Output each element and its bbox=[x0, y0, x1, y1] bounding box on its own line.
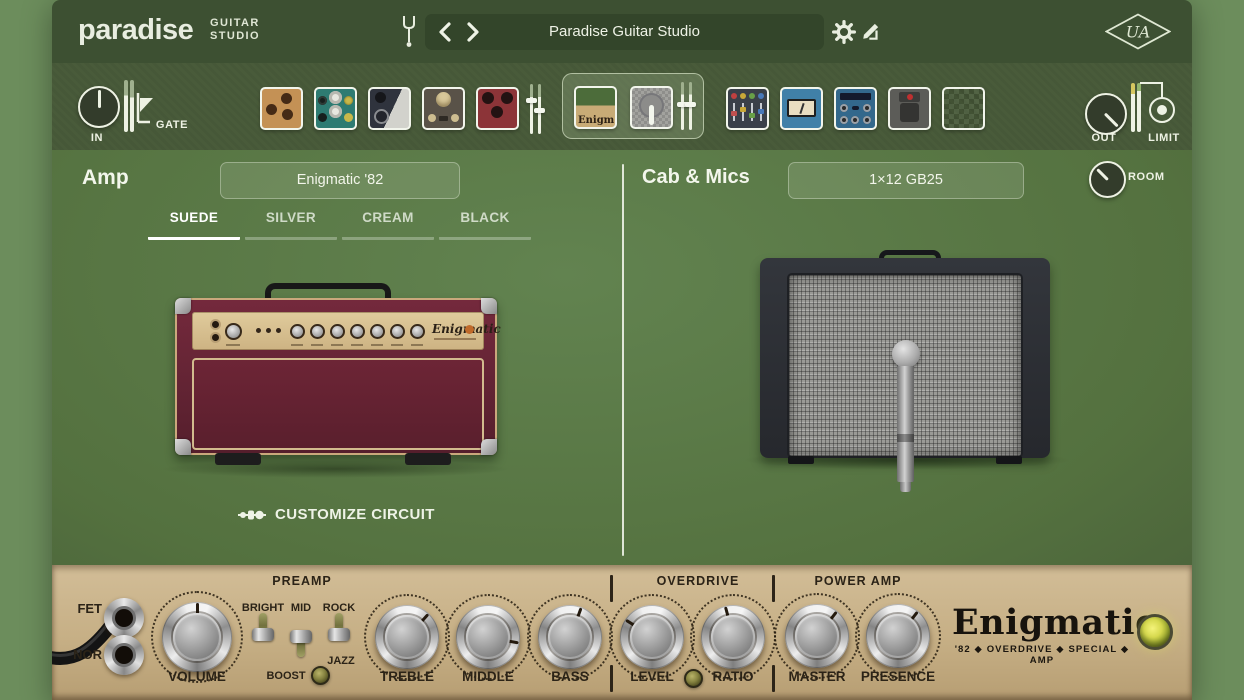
tab-black[interactable]: BLACK bbox=[439, 210, 531, 240]
fet-label: FET bbox=[66, 601, 102, 616]
output-label: OUT bbox=[1082, 132, 1126, 144]
tab-suede[interactable]: SUEDE bbox=[148, 210, 240, 240]
volume-knob[interactable] bbox=[162, 602, 232, 672]
bass-knob[interactable] bbox=[538, 605, 602, 669]
boost-label: BOOST bbox=[256, 670, 316, 682]
tab-cream[interactable]: CREAM bbox=[342, 210, 434, 240]
poweramp-section-label: POWER AMP bbox=[788, 574, 928, 588]
amp-control-panel: Enigmatic bbox=[192, 312, 484, 350]
plugin-window: paradise GUITAR STUDIO Paradise Guitar S… bbox=[52, 0, 1192, 700]
amp-cab-group[interactable]: Enigm bbox=[562, 73, 704, 139]
nor-label: NOR bbox=[62, 647, 102, 662]
limit-label: LIMIT bbox=[1138, 132, 1190, 144]
jazz-label: JAZZ bbox=[317, 655, 365, 667]
preamp-section-label: PREAMP bbox=[242, 574, 362, 588]
pedal-slot-drive[interactable] bbox=[368, 87, 411, 130]
bright-switch[interactable] bbox=[251, 612, 275, 656]
fet-input-jack[interactable] bbox=[104, 598, 144, 638]
presence-knob[interactable] bbox=[866, 604, 930, 668]
volume-label: VOLUME bbox=[127, 669, 267, 684]
circuit-icon bbox=[238, 508, 266, 522]
cab-thumbnail[interactable] bbox=[630, 86, 673, 129]
paradise-logo: paradise bbox=[78, 14, 193, 47]
settings-gear-icon[interactable] bbox=[832, 20, 856, 44]
paradise-logo-subtitle: GUITAR STUDIO bbox=[210, 17, 260, 43]
customize-circuit-button[interactable]: CUSTOMIZE CIRCUIT bbox=[238, 506, 435, 523]
level-knob[interactable] bbox=[620, 605, 684, 669]
mic-body bbox=[897, 366, 914, 482]
mic-capsule bbox=[892, 340, 920, 368]
pedal-slot-vu-compressor[interactable] bbox=[780, 87, 823, 130]
rock-jazz-switch[interactable] bbox=[327, 612, 351, 656]
cab-section-title: Cab & Mics bbox=[642, 166, 750, 189]
room-label: ROOM bbox=[1128, 171, 1172, 183]
amp-finish-tabs: SUEDE SILVER CREAM BLACK bbox=[148, 210, 531, 240]
amp-control-strip: FET NOR PREAMP OVERDRIVE POWER AMP VOLUM… bbox=[52, 565, 1192, 700]
panel-brand-logo: Enigmatic bbox=[952, 605, 1132, 641]
input-meter-right bbox=[130, 80, 134, 132]
mid-switch[interactable] bbox=[289, 614, 313, 658]
pedal-slot-reverb[interactable] bbox=[888, 87, 931, 130]
room-knob[interactable] bbox=[1089, 161, 1126, 198]
amp-grille bbox=[192, 358, 484, 450]
power-jewel-lamp bbox=[1137, 614, 1173, 650]
amp-model-selector[interactable]: Enigmatic '82 bbox=[220, 162, 460, 199]
main-panel: Amp Enigmatic '82 SUEDE SILVER CREAM BLA… bbox=[52, 150, 1192, 565]
amp-section-title: Amp bbox=[82, 166, 129, 190]
pedal-slot-distortion[interactable] bbox=[476, 87, 519, 130]
tuner-icon[interactable] bbox=[401, 15, 417, 54]
pedal-slot-empty[interactable] bbox=[942, 87, 985, 130]
app-background: paradise GUITAR STUDIO Paradise Guitar S… bbox=[0, 0, 1244, 700]
ua-logo[interactable]: UA bbox=[1105, 13, 1171, 55]
overdrive-section-label: OVERDRIVE bbox=[628, 574, 768, 588]
treble-knob[interactable] bbox=[375, 605, 439, 669]
gate-label: GATE bbox=[152, 119, 192, 131]
amp-thumbnail[interactable]: Enigm bbox=[574, 86, 617, 129]
cab-model-selector[interactable]: 1×12 GB25 bbox=[788, 162, 1024, 199]
amp-panel-badge bbox=[465, 325, 474, 334]
panel-brand-subtitle: '82 ◆ OVERDRIVE ◆ SPECIAL ◆ AMP bbox=[946, 644, 1138, 666]
output-gain-knob[interactable] bbox=[1085, 93, 1127, 135]
pedal-slot-fuzz[interactable] bbox=[260, 87, 303, 130]
presence-label: PRESENCE bbox=[828, 669, 968, 684]
title-bar: paradise GUITAR STUDIO Paradise Guitar S… bbox=[52, 0, 1192, 63]
pedal-slot-compressor[interactable] bbox=[422, 87, 465, 130]
amp-head-image: Enigmatic bbox=[175, 283, 497, 473]
amp-faders-icon[interactable] bbox=[679, 82, 695, 130]
boost-button[interactable] bbox=[311, 666, 330, 685]
preset-navigator[interactable]: Paradise Guitar Studio bbox=[425, 14, 824, 50]
pedal-slot-eq[interactable] bbox=[726, 87, 769, 130]
input-meter-left bbox=[124, 80, 128, 132]
limit-indicator[interactable] bbox=[1149, 97, 1175, 123]
master-knob[interactable] bbox=[785, 604, 849, 668]
middle-knob[interactable] bbox=[456, 605, 520, 669]
input-gain-knob[interactable] bbox=[78, 86, 120, 128]
edit-preset-icon[interactable] bbox=[860, 20, 884, 44]
pedal-slot-chorus[interactable] bbox=[314, 87, 357, 130]
input-label: IN bbox=[77, 132, 117, 144]
svg-text:UA: UA bbox=[1126, 23, 1151, 42]
cab-thumbnail-mic bbox=[649, 105, 654, 125]
tab-silver[interactable]: SILVER bbox=[245, 210, 337, 240]
signal-chain-toolbar: IN GATE bbox=[52, 63, 1192, 150]
pre-faders-icon[interactable] bbox=[527, 84, 543, 134]
output-meter-left bbox=[1131, 83, 1135, 132]
pedal-slot-digital-delay[interactable] bbox=[834, 87, 877, 130]
ratio-knob[interactable] bbox=[701, 605, 765, 669]
section-divider bbox=[622, 164, 624, 556]
preset-name[interactable]: Paradise Guitar Studio bbox=[425, 14, 824, 50]
amp-thumbnail-text: Enigm bbox=[578, 115, 614, 126]
